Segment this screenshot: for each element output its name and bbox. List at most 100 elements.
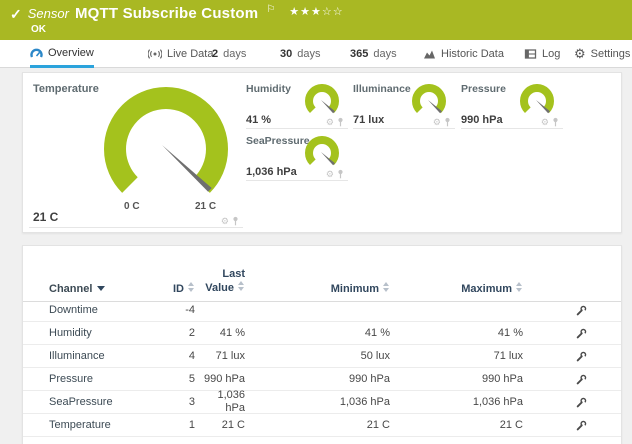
table-row-pressure[interactable]: Pressure 5 990 hPa 990 hPa 990 hPa: [23, 368, 621, 391]
channel-settings-wrench-icon[interactable]: [576, 305, 587, 316]
tab-365-days-label: days: [373, 48, 396, 60]
gauge-humidity-name: Humidity: [246, 83, 291, 95]
column-header-maximum[interactable]: Maximum: [390, 282, 523, 295]
gauge-scale-min: 0 C: [124, 201, 140, 212]
sort-icon: [188, 282, 195, 292]
tab-settings[interactable]: ⚙ Settings: [574, 40, 630, 67]
channel-settings-wrench-icon[interactable]: [576, 374, 587, 385]
tab-live-data-label: Live Data: [167, 48, 213, 60]
tab-bar: Overview Live Data 2 days 30 days 365 da…: [0, 40, 632, 68]
channel-name: Temperature: [23, 419, 153, 431]
channel-minimum: 21 C: [245, 419, 390, 431]
gear-icon: ⚙: [574, 48, 586, 60]
channel-id: 1: [153, 419, 195, 431]
tab-2-days-label: days: [223, 48, 246, 60]
channel-table-header: Channel ID Last Value Minimum Maximum: [23, 268, 621, 302]
column-header-channel[interactable]: Channel: [23, 283, 153, 295]
priority-stars[interactable]: ★★★☆☆: [289, 5, 343, 18]
tab-30-days-number: 30: [280, 48, 292, 60]
channel-minimum: 1,036 hPa: [245, 396, 390, 408]
column-header-last-value[interactable]: Last Value: [195, 268, 245, 295]
column-header-minimum[interactable]: Minimum: [245, 282, 390, 295]
channel-last-value: 990 hPa: [195, 373, 245, 386]
gauge-pressure-value: 990 hPa: [461, 114, 503, 126]
channel-settings-wrench-icon[interactable]: [576, 328, 587, 339]
channel-last-value: 41 %: [195, 327, 245, 340]
object-kind-label: Sensor: [28, 6, 69, 21]
gauge-illuminance-value: 71 lux: [353, 114, 384, 126]
gauge-humidity[interactable]: Humidity 41 % ⚙: [246, 83, 348, 129]
channel-id: -4: [153, 304, 195, 316]
tab-log[interactable]: Log: [524, 40, 560, 67]
temperature-gauge-dial: [96, 79, 236, 219]
tab-30-days-label: days: [297, 48, 320, 60]
gauge-gear-icon[interactable]: ⚙: [326, 118, 334, 127]
live-signal-icon: [148, 48, 162, 60]
gauge-temperature[interactable]: Temperature 0 C 21 C 21 C ⚙: [29, 79, 243, 228]
tab-30-days[interactable]: 30 days: [280, 40, 321, 67]
gauge-gear-icon[interactable]: ⚙: [326, 170, 334, 179]
pin-icon[interactable]: [444, 117, 451, 127]
channel-id: 4: [153, 350, 195, 362]
sort-icon: [238, 281, 245, 291]
gauge-gear-icon[interactable]: ⚙: [221, 217, 229, 226]
tab-overview-label: Overview: [48, 47, 94, 59]
channel-minimum: 990 hPa: [245, 373, 390, 385]
tab-historic-data[interactable]: Historic Data: [423, 40, 504, 67]
gauge-illuminance-name: Illuminance: [353, 83, 411, 95]
gauge-temperature-value: 21 C: [33, 210, 58, 224]
tab-settings-label: Settings: [591, 48, 631, 60]
tab-overview[interactable]: Overview: [30, 40, 94, 68]
pin-icon[interactable]: [337, 117, 344, 127]
log-table-icon: [524, 48, 537, 60]
channel-id: 3: [153, 396, 195, 408]
channel-maximum: 41 %: [390, 327, 523, 339]
channel-last-value: 1,036 hPa: [195, 389, 245, 415]
gauge-seapressure-value: 1,036 hPa: [246, 166, 297, 178]
channel-settings-wrench-icon[interactable]: [576, 397, 587, 408]
channel-name: Downtime: [23, 304, 153, 316]
channel-table-rows: Downtime -4 Humidity 2 41 % 41 % 41 % Il…: [23, 299, 621, 437]
column-header-id[interactable]: ID: [153, 282, 195, 295]
gauge-gear-icon[interactable]: ⚙: [433, 118, 441, 127]
gauges-panel: Temperature 0 C 21 C 21 C ⚙ Humidity 41 …: [22, 72, 622, 233]
channel-id: 5: [153, 373, 195, 385]
tab-365-days[interactable]: 365 days: [350, 40, 397, 67]
table-row-humidity[interactable]: Humidity 2 41 % 41 % 41 %: [23, 322, 621, 345]
channel-id: 2: [153, 327, 195, 339]
gauge-seapressure[interactable]: SeaPressure 1,036 hPa ⚙: [246, 135, 348, 181]
channel-settings-wrench-icon[interactable]: [576, 420, 587, 431]
channel-name: Pressure: [23, 373, 153, 385]
channel-maximum: 21 C: [390, 419, 523, 431]
gauge-illuminance[interactable]: Illuminance 71 lux ⚙: [353, 83, 455, 129]
table-row-temperature[interactable]: Temperature 1 21 C 21 C 21 C: [23, 414, 621, 437]
tab-365-days-number: 365: [350, 48, 368, 60]
channel-maximum: 71 lux: [390, 350, 523, 362]
tab-historic-data-label: Historic Data: [441, 48, 504, 60]
channel-minimum: 41 %: [245, 327, 390, 339]
tab-live-data[interactable]: Live Data: [148, 40, 213, 67]
pause-flag-icon[interactable]: ⚐: [266, 4, 275, 15]
channel-maximum: 1,036 hPa: [390, 396, 523, 408]
gauge-humidity-value: 41 %: [246, 114, 271, 126]
tab-2-days-number: 2: [212, 48, 218, 60]
sort-icon: [516, 282, 523, 292]
pin-icon[interactable]: [337, 169, 344, 179]
channel-name: SeaPressure: [23, 396, 153, 408]
channel-settings-wrench-icon[interactable]: [576, 351, 587, 362]
tab-2-days[interactable]: 2 days: [212, 40, 246, 67]
table-row-downtime[interactable]: Downtime -4: [23, 299, 621, 322]
gauge-pressure[interactable]: Pressure 990 hPa ⚙: [461, 83, 563, 129]
table-row-seapressure[interactable]: SeaPressure 3 1,036 hPa 1,036 hPa 1,036 …: [23, 391, 621, 414]
pin-icon[interactable]: [232, 216, 239, 226]
historic-chart-icon: [423, 48, 436, 60]
channel-last-value: 71 lux: [195, 350, 245, 363]
table-row-illuminance[interactable]: Illuminance 4 71 lux 50 lux 71 lux: [23, 345, 621, 368]
gauge-scale-max: 21 C: [195, 201, 216, 212]
pin-icon[interactable]: [552, 117, 559, 127]
gauge-gear-icon[interactable]: ⚙: [541, 118, 549, 127]
gauge-icon: [30, 47, 43, 59]
sort-desc-icon: [97, 286, 105, 291]
gauge-pressure-name: Pressure: [461, 83, 506, 95]
sort-icon: [383, 282, 390, 292]
